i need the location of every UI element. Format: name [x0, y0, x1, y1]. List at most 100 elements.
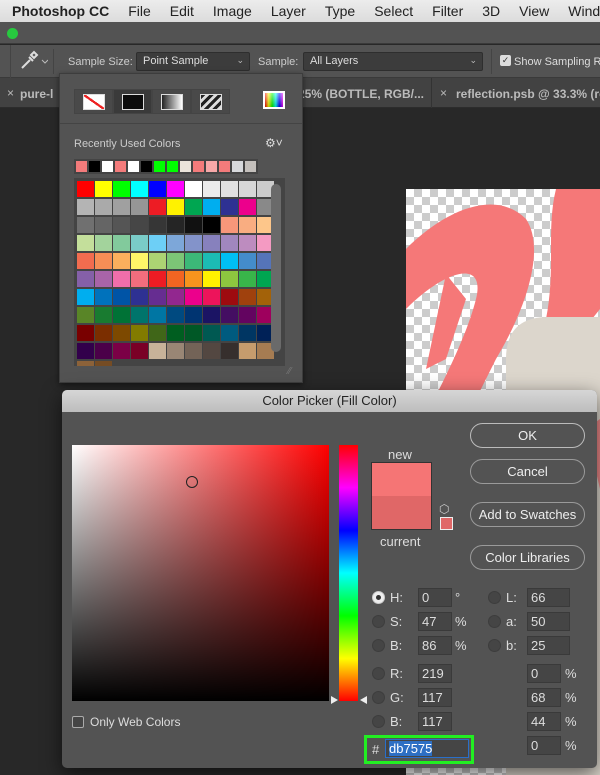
hue-slider-left-arrow[interactable]: [331, 696, 338, 704]
cancel-button[interactable]: Cancel: [470, 459, 585, 484]
color-swatch[interactable]: [113, 181, 130, 197]
color-swatch[interactable]: [95, 181, 112, 197]
color-swatch[interactable]: [95, 253, 112, 269]
color-swatch[interactable]: [185, 217, 202, 233]
color-swatch[interactable]: [113, 325, 130, 341]
color-swatch[interactable]: [131, 235, 148, 251]
color-swatch[interactable]: [185, 307, 202, 323]
color-swatch[interactable]: [95, 217, 112, 233]
recent-color-swatch[interactable]: [167, 161, 178, 172]
color-swatch[interactable]: [167, 253, 184, 269]
color-swatch[interactable]: [113, 253, 130, 269]
lab-input[interactable]: 50: [527, 612, 570, 631]
show-sampling-ring-checkbox[interactable]: ✓: [500, 55, 511, 66]
color-swatch[interactable]: [131, 253, 148, 269]
menu-wind[interactable]: Wind: [568, 3, 600, 19]
radio-hsb-0[interactable]: [372, 591, 385, 604]
color-swatch[interactable]: [203, 217, 220, 233]
rgb-input[interactable]: 219: [418, 664, 452, 683]
color-swatch[interactable]: [167, 325, 184, 341]
color-swatch[interactable]: [113, 199, 130, 215]
color-swatch[interactable]: [221, 253, 238, 269]
color-swatch[interactable]: [167, 199, 184, 215]
gear-icon[interactable]: ⚙˅: [265, 136, 283, 150]
app-menu[interactable]: Photoshop CC: [12, 3, 109, 19]
color-libraries-button[interactable]: Color Libraries: [470, 545, 585, 570]
add-to-swatches-button[interactable]: Add to Swatches: [470, 502, 585, 527]
color-swatch[interactable]: [239, 253, 256, 269]
color-swatch[interactable]: [77, 253, 94, 269]
menu-layer[interactable]: Layer: [271, 3, 306, 19]
radio-rgb-0[interactable]: [372, 667, 385, 680]
color-swatch[interactable]: [113, 235, 130, 251]
color-field[interactable]: [72, 445, 329, 701]
color-swatch[interactable]: [221, 199, 238, 215]
rgb-input[interactable]: 117: [418, 688, 452, 707]
color-swatch[interactable]: [95, 325, 112, 341]
fill-pattern-button[interactable]: [191, 89, 230, 114]
sample-select[interactable]: All Layers ⌄: [303, 52, 483, 71]
current-color-swatch[interactable]: [371, 496, 432, 530]
radio-hsb-1[interactable]: [372, 615, 385, 628]
hex-input[interactable]: db7575: [385, 739, 469, 758]
color-swatch[interactable]: [77, 199, 94, 215]
color-swatch[interactable]: [185, 343, 202, 359]
cmyk-input[interactable]: 0: [527, 664, 561, 683]
color-swatch[interactable]: [131, 307, 148, 323]
hsb-input[interactable]: 0: [418, 588, 452, 607]
color-swatch[interactable]: [131, 289, 148, 305]
color-swatch[interactable]: [185, 289, 202, 305]
color-swatch[interactable]: [149, 307, 166, 323]
color-swatch[interactable]: [239, 343, 256, 359]
recent-color-swatch[interactable]: [76, 161, 87, 172]
hsb-input[interactable]: 47: [418, 612, 452, 631]
color-swatch[interactable]: [221, 217, 238, 233]
eyedropper-icon[interactable]: [18, 50, 49, 72]
recent-color-swatch[interactable]: [180, 161, 191, 172]
color-picker-icon[interactable]: [263, 91, 285, 109]
color-swatch[interactable]: [239, 181, 256, 197]
color-swatch[interactable]: [77, 361, 94, 366]
color-swatch[interactable]: [113, 217, 130, 233]
color-swatch[interactable]: [149, 235, 166, 251]
color-swatch[interactable]: [221, 235, 238, 251]
color-swatch[interactable]: [203, 343, 220, 359]
color-swatch[interactable]: [185, 325, 202, 341]
color-swatch[interactable]: [203, 199, 220, 215]
menu-filter[interactable]: Filter: [432, 3, 463, 19]
radio-lab-0[interactable]: [488, 591, 501, 604]
color-swatch[interactable]: [239, 307, 256, 323]
radio-lab-1[interactable]: [488, 615, 501, 628]
swatch-scrollbar[interactable]: [271, 184, 281, 352]
recent-color-swatch[interactable]: [102, 161, 113, 172]
color-swatch[interactable]: [95, 361, 112, 366]
color-swatch[interactable]: [203, 181, 220, 197]
cmyk-input[interactable]: 0: [527, 736, 561, 755]
color-swatch[interactable]: [203, 253, 220, 269]
color-swatch[interactable]: [77, 343, 94, 359]
recent-color-swatch[interactable]: [193, 161, 204, 172]
color-swatch[interactable]: [131, 343, 148, 359]
color-swatch[interactable]: [203, 271, 220, 287]
color-swatch[interactable]: [239, 217, 256, 233]
recent-color-swatch[interactable]: [206, 161, 217, 172]
gamut-color-swatch[interactable]: [440, 517, 453, 530]
recent-color-swatch[interactable]: [219, 161, 230, 172]
color-swatch[interactable]: [239, 199, 256, 215]
color-swatch[interactable]: [239, 289, 256, 305]
color-swatch[interactable]: [221, 181, 238, 197]
out-of-gamut-cube-icon[interactable]: ⬡: [439, 502, 449, 516]
color-swatch[interactable]: [77, 325, 94, 341]
radio-lab-2[interactable]: [488, 639, 501, 652]
color-swatch[interactable]: [131, 325, 148, 341]
color-swatch[interactable]: [167, 307, 184, 323]
fill-solid-button[interactable]: [113, 89, 152, 114]
color-swatch[interactable]: [203, 325, 220, 341]
color-swatch[interactable]: [167, 343, 184, 359]
color-swatch[interactable]: [95, 271, 112, 287]
color-swatch[interactable]: [221, 271, 238, 287]
color-swatch[interactable]: [131, 199, 148, 215]
recent-color-swatch[interactable]: [128, 161, 139, 172]
color-swatch[interactable]: [239, 271, 256, 287]
color-swatch[interactable]: [149, 253, 166, 269]
